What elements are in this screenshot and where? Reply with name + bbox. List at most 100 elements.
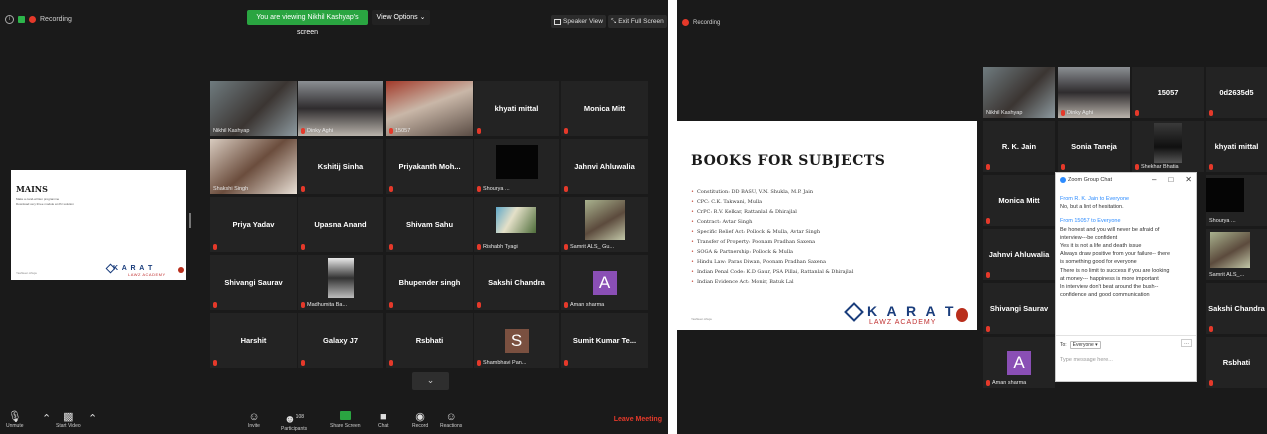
chat-message: is something good for everyone: [1060, 259, 1137, 266]
share-screen-button[interactable]: Share Screen: [330, 411, 361, 429]
video-tile[interactable]: Monica Mitt: [983, 175, 1055, 226]
video-tile[interactable]: Rsbhati: [1206, 337, 1267, 388]
recording-indicator: i Recording: [5, 15, 72, 24]
video-tile[interactable]: Rishabh Tyagi: [474, 197, 559, 252]
video-tile[interactable]: Bhupender singh: [386, 255, 473, 310]
reactions-button[interactable]: ☺ Reactions: [440, 411, 462, 429]
video-tile[interactable]: Sonia Taneja: [1058, 121, 1130, 172]
caret-up-icon: ⌃: [42, 413, 52, 425]
video-tile[interactable]: R. K. Jain: [983, 121, 1055, 172]
participant-label: Aman sharma: [986, 380, 1026, 386]
video-tile[interactable]: 0d2635d5: [1206, 67, 1267, 118]
video-tile[interactable]: Shivangi Saurav: [983, 283, 1055, 334]
video-tile[interactable]: Shakshi Singh: [210, 139, 297, 194]
participant-label: [564, 360, 568, 366]
video-tile[interactable]: Dinky Aghi: [298, 81, 383, 136]
maximize-icon[interactable]: □: [1168, 175, 1173, 184]
video-tile[interactable]: Shivangi Saurav: [210, 255, 297, 310]
participant-label: [1061, 164, 1065, 170]
video-tile[interactable]: Harshit: [210, 313, 297, 368]
video-tile[interactable]: Galaxy J7: [298, 313, 383, 368]
muted-mic-icon: [1135, 164, 1139, 170]
invite-label: Invite: [248, 423, 260, 429]
split-handle[interactable]: [189, 213, 191, 228]
participant-name: Monica Mitt: [998, 196, 1040, 205]
video-tile[interactable]: A Aman sharma: [561, 255, 648, 310]
video-tile[interactable]: Jahnvi Ahluwalia: [983, 229, 1055, 280]
chat-message-input[interactable]: Type message here...: [1060, 357, 1113, 363]
video-tile[interactable]: Sakshi Chandra: [1206, 283, 1267, 334]
speaker-view-button[interactable]: Speaker View: [551, 15, 606, 28]
muted-mic-icon: [564, 244, 568, 250]
video-tile[interactable]: Monica Mitt: [561, 81, 648, 136]
leave-meeting-button[interactable]: Leave Meeting: [614, 416, 662, 423]
view-options-button[interactable]: View Options ⌄: [372, 10, 430, 25]
chat-message: Yes it is not a life and death issue: [1060, 243, 1142, 250]
viewing-screen-banner: You are viewing Nikhil Kashyap's screen: [247, 10, 368, 36]
participant-label: [389, 302, 393, 308]
video-tile[interactable]: Upasna Anand: [298, 197, 383, 252]
video-tile[interactable]: Kshitij Sinha: [298, 139, 383, 194]
video-feed: [1206, 178, 1244, 212]
audio-options-button[interactable]: ⌃: [42, 413, 51, 425]
video-tile[interactable]: Sakshi Chandra: [474, 255, 559, 310]
video-tile[interactable]: Shourya ...: [1206, 175, 1267, 226]
chat-message: at money--- happiness is more important: [1060, 275, 1159, 282]
video-tile[interactable]: Sumit Kumar Te...: [561, 313, 648, 368]
recipient-select[interactable]: Everyone ▾: [1069, 341, 1101, 349]
invite-button[interactable]: ☺ Invite: [248, 411, 260, 429]
chat-window-controls: – □ ✕: [1152, 175, 1192, 184]
video-off-icon: ▩: [63, 411, 74, 423]
caret-up-icon: ⌃: [88, 413, 98, 425]
video-tile[interactable]: Priya Yadav: [210, 197, 297, 252]
close-icon[interactable]: ✕: [1185, 175, 1192, 184]
video-tile[interactable]: Jahnvi Ahluwalia: [561, 139, 648, 194]
microphone-muted-icon: 🎙: [7, 411, 22, 423]
video-tile[interactable]: Samrit ALS_ Gu...: [561, 197, 648, 252]
video-tile[interactable]: 15057: [386, 81, 473, 136]
exit-full-screen-button[interactable]: ⤡ Exit Full Screen: [608, 15, 667, 28]
video-tile[interactable]: Nikhil Kashyap: [210, 81, 297, 136]
more-options-button[interactable]: ...: [1180, 339, 1192, 347]
video-tile[interactable]: Shourya ...: [474, 139, 559, 194]
video-tile[interactable]: khyati mittal: [474, 81, 559, 136]
participant-label: [986, 272, 990, 278]
minimize-icon[interactable]: –: [1152, 175, 1156, 184]
muted-mic-icon: [986, 164, 990, 170]
video-tile[interactable]: Dinky Aghi: [1058, 67, 1130, 118]
participant-name: Upasna Anand: [314, 220, 367, 229]
video-tile[interactable]: Rsbhati: [386, 313, 473, 368]
muted-mic-icon: [389, 186, 393, 192]
muted-mic-icon: [301, 186, 305, 192]
record-label: Record: [412, 423, 429, 429]
info-icon[interactable]: i: [5, 15, 14, 24]
grid-icon: [554, 18, 561, 25]
gallery-next-button[interactable]: ⌄: [412, 372, 449, 390]
muted-mic-icon: [477, 302, 481, 308]
start-video-button[interactable]: ▩ Start Video: [56, 411, 81, 429]
video-tile[interactable]: Shekhar Bhatia: [1132, 121, 1204, 172]
video-tile[interactable]: A Aman sharma: [983, 337, 1055, 388]
video-tile[interactable]: Nikhil Kashyap: [983, 67, 1055, 118]
participant-label: [477, 128, 481, 134]
video-feed: [1210, 232, 1250, 268]
participant-name: Kshitij Sinha: [317, 162, 364, 171]
record-button[interactable]: ◉ Record: [412, 411, 428, 429]
video-tile[interactable]: S Shambhavi Pan...: [474, 313, 559, 368]
video-tile[interactable]: Samrit ALS_...: [1206, 229, 1267, 280]
chat-button[interactable]: ■ Chat: [378, 411, 389, 429]
participant-label: [986, 218, 990, 224]
video-tile[interactable]: Priyakanth Moh...: [386, 139, 473, 194]
participant-label: Dinky Aghi: [1061, 110, 1093, 116]
chat-message: In interview don't beat around the bush-…: [1060, 284, 1159, 291]
video-options-button[interactable]: ⌃: [88, 413, 97, 425]
video-tile[interactable]: Shivam Sahu: [386, 197, 473, 252]
participant-label: [564, 186, 568, 192]
participants-button[interactable]: ☻108 Participants: [281, 411, 307, 432]
video-tile[interactable]: khyati mittal: [1206, 121, 1267, 172]
video-tile[interactable]: Madhumita Ba...: [298, 255, 383, 310]
video-tile[interactable]: 15057: [1132, 67, 1204, 118]
lock-icon[interactable]: [18, 16, 25, 23]
muted-mic-icon: [301, 244, 305, 250]
unmute-button[interactable]: 🎙 Unmute: [6, 411, 24, 429]
